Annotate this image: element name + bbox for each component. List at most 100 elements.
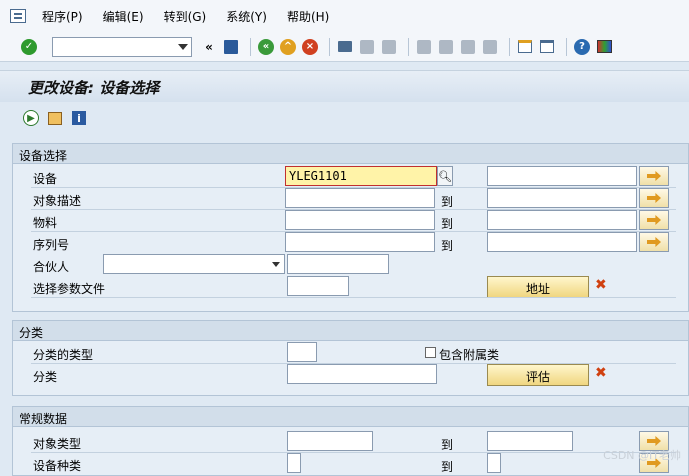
multiple-selection-button[interactable] xyxy=(639,188,669,208)
shortcut-icon[interactable] xyxy=(538,38,556,56)
profile-row: 选择参数文件 地址 ✖ xyxy=(13,276,688,298)
equipment-label: 设备 xyxy=(33,172,58,186)
to-label: 到 xyxy=(441,217,454,231)
app-menu-icon[interactable] xyxy=(10,9,26,23)
menu-bar: 程序(P) 编辑(E) 转到(G) 系统(Y) 帮助(H) xyxy=(0,0,689,32)
equipment-from-input[interactable]: YLEG1101 xyxy=(285,166,437,186)
toolbar-separator xyxy=(509,37,510,56)
class-label: 分类 xyxy=(33,370,58,384)
multiple-selection-button[interactable] xyxy=(639,232,669,252)
description-row: 对象描述 到 xyxy=(13,188,688,210)
menu-goto[interactable]: 转到(G) xyxy=(164,8,207,25)
equipment-row: 设备 YLEG1101 🔍︎ xyxy=(13,166,688,188)
help-icon[interactable]: ? xyxy=(573,38,591,56)
command-field[interactable] xyxy=(52,36,192,57)
serial-label: 序列号 xyxy=(33,238,70,252)
equipment-category-from-input[interactable] xyxy=(287,453,301,473)
material-to-input[interactable] xyxy=(487,210,637,230)
evaluate-button[interactable]: 评估 xyxy=(487,364,589,386)
menu-help[interactable]: 帮助(H) xyxy=(287,8,329,25)
to-label: 到 xyxy=(441,239,454,253)
object-type-to-input[interactable] xyxy=(487,431,573,451)
class-input[interactable] xyxy=(287,364,437,384)
equipment-category-label: 设备种类 xyxy=(33,459,82,473)
profile-label: 选择参数文件 xyxy=(33,282,106,296)
to-label: 到 xyxy=(441,460,454,474)
search-help-icon[interactable]: 🔍︎ xyxy=(437,166,453,186)
section-title: 分类 xyxy=(13,321,688,341)
toolbar-separator xyxy=(566,37,567,56)
find-icon[interactable] xyxy=(358,38,376,56)
section-title: 常规数据 xyxy=(13,407,688,427)
last-page-icon[interactable] xyxy=(481,38,499,56)
arrow-right-icon xyxy=(647,171,661,181)
layout-icon[interactable] xyxy=(595,38,613,56)
description-label: 对象描述 xyxy=(33,194,82,208)
info-icon[interactable]: i xyxy=(70,109,88,127)
print-icon[interactable] xyxy=(336,38,354,56)
object-type-label: 对象类型 xyxy=(33,437,82,451)
arrow-right-icon xyxy=(647,215,661,225)
chevron-down-icon[interactable] xyxy=(272,262,280,267)
arrow-right-icon xyxy=(647,237,661,247)
serial-row: 序列号 到 xyxy=(13,232,688,254)
material-label: 物料 xyxy=(33,216,58,230)
toolbar-separator xyxy=(329,37,330,56)
classification-section: 分类 分类的类型 包含附属类 分类 评估 ✖ xyxy=(12,320,689,396)
partner-function-select[interactable] xyxy=(103,254,285,274)
material-from-input[interactable] xyxy=(285,210,435,230)
title-bar: 更改设备: 设备选择 xyxy=(0,70,689,102)
menu-edit[interactable]: 编辑(E) xyxy=(103,8,144,25)
back-icon[interactable]: « xyxy=(257,38,275,56)
include-subclasses-checkbox[interactable] xyxy=(425,347,436,358)
equipment-selection-section: 设备选择 设备 YLEG1101 🔍︎ 对象描述 到 物料 到 序列号 到 合伙… xyxy=(12,143,689,312)
toolbar-separator xyxy=(408,37,409,56)
to-label: 到 xyxy=(441,195,454,209)
delete-icon[interactable]: ✖ xyxy=(595,277,607,293)
general-data-section: 常规数据 对象类型 到 设备种类 到 xyxy=(12,406,689,476)
prev-page-icon[interactable] xyxy=(437,38,455,56)
execute-icon[interactable]: ▶ xyxy=(22,109,40,127)
collapse-icon[interactable]: « xyxy=(200,38,218,56)
class-type-label: 分类的类型 xyxy=(33,348,94,362)
class-row: 分类 评估 ✖ xyxy=(13,364,688,386)
menu-system[interactable]: 系统(Y) xyxy=(226,8,267,25)
profile-input[interactable] xyxy=(287,276,349,296)
include-subclasses-label: 包含附属类 xyxy=(439,348,500,362)
save-icon[interactable] xyxy=(222,38,240,56)
application-toolbar: ▶ i xyxy=(0,102,689,134)
chevron-down-icon[interactable] xyxy=(178,43,188,50)
multiple-selection-button[interactable] xyxy=(639,166,669,186)
standard-toolbar: ✓ « « ^ × ? xyxy=(0,32,689,62)
exit-icon[interactable]: ^ xyxy=(279,38,297,56)
find-next-icon[interactable] xyxy=(380,38,398,56)
new-session-icon[interactable] xyxy=(516,38,534,56)
address-button[interactable]: 地址 xyxy=(487,276,589,298)
arrow-right-icon xyxy=(647,436,661,446)
class-type-input[interactable] xyxy=(287,342,317,362)
object-type-from-input[interactable] xyxy=(287,431,373,451)
equipment-category-to-input[interactable] xyxy=(487,453,501,473)
description-from-input[interactable] xyxy=(285,188,435,208)
equipment-to-input[interactable] xyxy=(487,166,637,186)
description-to-input[interactable] xyxy=(487,188,637,208)
multiple-selection-button[interactable] xyxy=(639,210,669,230)
delete-icon[interactable]: ✖ xyxy=(595,365,607,381)
material-row: 物料 到 xyxy=(13,210,688,232)
arrow-right-icon xyxy=(647,193,661,203)
menu-program[interactable]: 程序(P) xyxy=(42,8,83,25)
class-type-row: 分类的类型 包含附属类 xyxy=(13,342,688,364)
variant-icon[interactable] xyxy=(46,109,64,127)
toolbar-separator xyxy=(250,37,251,56)
partner-input[interactable] xyxy=(287,254,389,274)
watermark: CSDN @IT老帅 xyxy=(603,449,681,462)
to-label: 到 xyxy=(441,438,454,452)
page-title: 更改设备: 设备选择 xyxy=(28,79,160,97)
serial-from-input[interactable] xyxy=(285,232,435,252)
enter-icon[interactable]: ✓ xyxy=(20,38,38,56)
serial-to-input[interactable] xyxy=(487,232,637,252)
cancel-icon[interactable]: × xyxy=(301,38,319,56)
first-page-icon[interactable] xyxy=(415,38,433,56)
partner-row: 合伙人 xyxy=(13,254,688,276)
next-page-icon[interactable] xyxy=(459,38,477,56)
